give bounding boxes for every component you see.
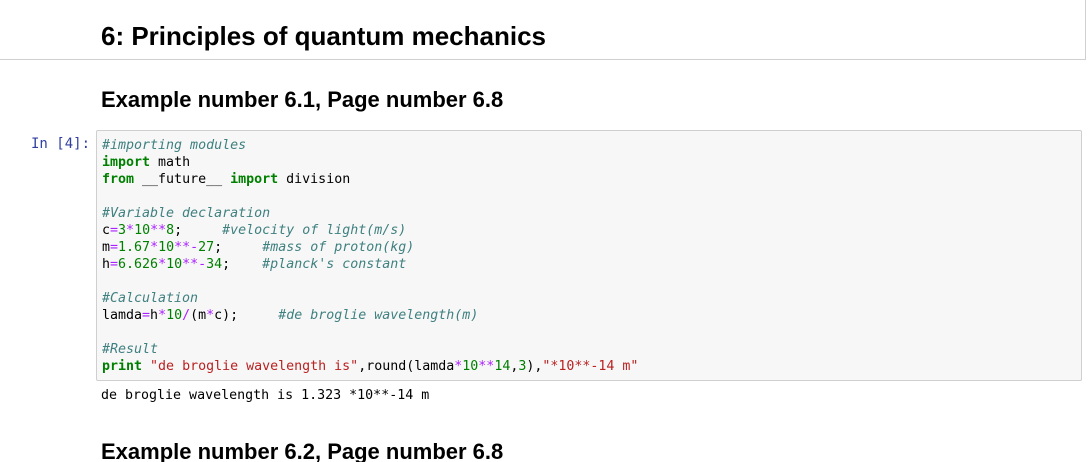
code-line: lamda=h*10/(m*c); #de broglie wavelength…: [102, 307, 638, 324]
code-text-span: ;: [214, 240, 263, 255]
code-operator: /: [182, 308, 191, 323]
code-operator: =: [110, 257, 119, 272]
cell-output: de broglie wavelength is 1.323 *10**-14 …: [101, 388, 430, 403]
code-number: 10: [166, 308, 183, 323]
code-text-span: h: [102, 257, 111, 272]
code-text-span: division: [278, 172, 351, 187]
code-line: m=1.67*10**-27; #mass of proton(kg): [102, 239, 638, 256]
code-operator: *: [158, 257, 167, 272]
code-number: 27: [198, 240, 215, 255]
code-operator: =: [142, 308, 151, 323]
code-operator: =: [110, 223, 119, 238]
code-operator: **-: [182, 257, 207, 272]
code-operator: *: [126, 223, 135, 238]
code-text-span: ;: [222, 257, 263, 272]
code-comment: #Result: [102, 342, 159, 357]
code-text-span: ;: [174, 223, 223, 238]
code-text-span: __future__: [134, 172, 231, 187]
code-comment: #importing modules: [102, 138, 247, 153]
code-number: 34: [206, 257, 223, 272]
example-heading-6-1: Example number 6.1, Page number 6.8: [101, 87, 504, 112]
code-text-span: [142, 359, 150, 374]
code-text-span: c: [102, 223, 111, 238]
code-text-span: lamda: [102, 308, 143, 323]
code-cell-editor[interactable]: #importing modules import math from __futu…: [96, 130, 1082, 381]
code-operator: *: [158, 308, 167, 323]
code-number: 10: [158, 240, 175, 255]
code-operator: **: [478, 359, 495, 374]
code-operator: =: [110, 240, 119, 255]
code-line: #Result: [102, 341, 638, 358]
code-number: 10: [462, 359, 479, 374]
code-line: print "de broglie wavelength is",round(l…: [102, 358, 638, 375]
code-text-span: c);: [214, 308, 279, 323]
code-string: "de broglie wavelength is": [150, 359, 359, 374]
code-text-span: ),: [526, 359, 543, 374]
example-heading-6-2: Example number 6.2, Page number 6.8: [101, 439, 504, 462]
notebook-page: 6: Principles of quantum mechanics Examp…: [0, 0, 1091, 462]
code-operator: *: [150, 240, 159, 255]
code-number: 10: [166, 257, 183, 272]
code-comment: #Calculation: [102, 291, 199, 306]
code-keyword: import: [230, 172, 279, 187]
code-string: "*10**-14 m": [542, 359, 639, 374]
code-text-span: m: [102, 240, 111, 255]
code-line: #importing modules: [102, 137, 638, 154]
code-line: #Variable declaration: [102, 205, 638, 222]
code-line: h=6.626*10**-34; #planck's constant: [102, 256, 638, 273]
code-line: import math: [102, 154, 638, 171]
chapter-title: 6: Principles of quantum mechanics: [101, 21, 546, 51]
code-number: 14: [494, 359, 511, 374]
code-number: 3: [118, 223, 127, 238]
code-comment: #Variable declaration: [102, 206, 271, 221]
code-comment: #velocity of light(m/s): [222, 223, 407, 238]
code-number: 10: [134, 223, 151, 238]
code-text-span: h: [150, 308, 159, 323]
code-line: #Calculation: [102, 290, 638, 307]
code-keyword: from: [102, 172, 135, 187]
code-comment: #planck's constant: [262, 257, 407, 272]
code-operator: *: [206, 308, 215, 323]
code-number: 8: [166, 223, 175, 238]
code-line: from __future__ import division: [102, 171, 638, 188]
code-keyword: import: [102, 155, 151, 170]
code-comment: #mass of proton(kg): [262, 240, 415, 255]
code-text[interactable]: #importing modules import math from __futu…: [102, 137, 638, 375]
code-operator: **-: [174, 240, 199, 255]
code-text-span: (m: [190, 308, 207, 323]
code-number: 1.67: [118, 240, 151, 255]
code-text-span: ,round(lamda: [358, 359, 455, 374]
code-line: c=3*10**8; #velocity of light(m/s): [102, 222, 638, 239]
code-keyword: print: [102, 359, 143, 374]
input-prompt: In [4]:: [31, 136, 91, 152]
code-operator: **: [150, 223, 167, 238]
code-comment: #de broglie wavelength(m): [278, 308, 479, 323]
code-text-span: math: [150, 155, 191, 170]
code-number: 6.626: [118, 257, 159, 272]
